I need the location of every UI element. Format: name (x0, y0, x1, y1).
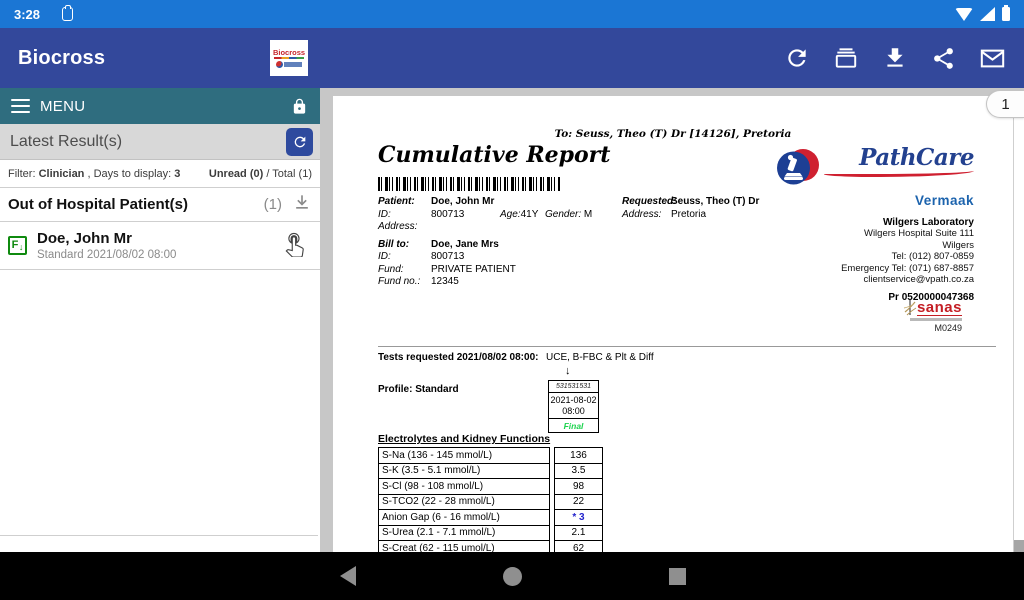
viewer-gutter-left (320, 88, 333, 600)
report-title: Cumulative Report (378, 142, 610, 168)
total-count: / Total (1) (266, 168, 312, 180)
sanas-wordmark: sanas (917, 300, 962, 316)
sanas-block: sanas M0249 (903, 299, 962, 333)
section-title: Out of Hospital Patient(s) (8, 196, 188, 213)
arrow-down-glyph: ↓ (565, 365, 571, 377)
result-test-value: 22 (555, 495, 602, 511)
report-to-line: To: Seuss, Theo (T) Dr [14126], Pretoria (333, 128, 1013, 140)
app-title: Biocross (18, 47, 105, 70)
specimen-number: 531531531 (549, 381, 598, 393)
notification-icon (62, 7, 73, 21)
panel-title: Latest Result(s) (10, 133, 122, 151)
filter-value: Clinician (39, 168, 85, 180)
status-bar: 3:28 (0, 0, 1024, 28)
results-section-heading: Electrolytes and Kidney Functions (378, 433, 550, 445)
filter-label: Filter: (8, 168, 36, 180)
pdf-page: To: Seuss, Theo (T) Dr [14126], Pretoria… (333, 96, 1014, 600)
result-test-value: 3.5 (555, 464, 602, 480)
filter-days-value: 3 (174, 168, 180, 180)
sanas-smallprint (910, 318, 962, 321)
sidebar: MENU Latest Result(s) Filter: Clinician … (0, 88, 320, 600)
home-button[interactable] (503, 567, 522, 586)
tests-requested-row: Tests requested 2021/08/02 08:00: UCE, B… (378, 352, 538, 363)
result-status: Final (549, 419, 598, 432)
pdf-viewer[interactable]: To: Seuss, Theo (T) Dr [14126], Pretoria… (320, 88, 1024, 600)
patient-list-item[interactable]: F↓ Doe, John Mr Standard 2021/08/02 08:0… (0, 222, 320, 270)
sanas-code: M0249 (903, 323, 962, 333)
android-nav-bar (0, 552, 1024, 600)
app-bar: Biocross Biocross (0, 28, 1024, 88)
patient-info-block: Patient: Doe, John Mr ID: 800713 Age:41Y… (378, 196, 592, 289)
menu-bar[interactable]: MENU (0, 88, 320, 124)
result-file-icon: F↓ (8, 236, 27, 255)
app-logo-subtext (284, 62, 302, 67)
pathcare-swoosh (824, 168, 974, 177)
share-button[interactable] (931, 46, 956, 71)
screen: 3:28 Biocross Biocross (0, 0, 1024, 600)
result-test-value: 136 (555, 448, 602, 464)
result-test-value: 2.1 (555, 526, 602, 542)
patient-name: Doe, John Mr (37, 230, 176, 248)
pathcare-wordmark: PathCare (859, 146, 974, 170)
result-test-name: S-K (3.5 - 5.1 mmol/L) (379, 464, 549, 480)
app-logo: Biocross (270, 40, 308, 76)
results-table: S-Na (136 - 145 mmol/L)S-K (3.5 - 5.1 mm… (378, 447, 603, 557)
section-count: (1) (264, 196, 282, 213)
result-test-name: S-TCO2 (22 - 28 mmol/L) (379, 495, 549, 511)
lab-brand-sub: Vermaak (714, 193, 974, 208)
profile-label: Profile: Standard (378, 384, 459, 395)
app-logo-colorbar (274, 57, 304, 59)
hamburger-icon[interactable] (11, 99, 30, 113)
sanas-emblem-icon (903, 299, 917, 316)
tap-hand-icon (281, 230, 308, 262)
battery-icon (1002, 7, 1010, 21)
patient-subtitle: Standard 2021/08/02 08:00 (37, 248, 176, 262)
pages-button[interactable] (833, 45, 859, 71)
viewer-gutter-top (320, 88, 1024, 96)
page-number-indicator: 1 (986, 90, 1024, 118)
unread-count: Unread (0) (209, 168, 263, 180)
back-button[interactable] (340, 566, 356, 586)
filter-days-label: , Days to display: (87, 168, 171, 180)
result-test-name: Anion Gap (6 - 16 mmol/L) (379, 510, 549, 526)
result-test-name: S-Cl (98 - 108 mmol/L) (379, 479, 549, 495)
cellular-signal-icon (980, 7, 995, 21)
filter-row: Filter: Clinician , Days to display: 3 U… (0, 160, 320, 188)
recents-button[interactable] (669, 568, 686, 585)
results-refresh-button[interactable] (286, 128, 313, 156)
refresh-button[interactable] (784, 45, 810, 71)
email-button[interactable] (979, 45, 1006, 72)
download-button[interactable] (882, 45, 908, 71)
report-divider (378, 346, 996, 347)
result-column-header: 531531531 2021-08-02 08:00 Final (548, 380, 599, 433)
section-download-icon[interactable] (292, 192, 312, 217)
lab-block: PathCare Vermaak Wilgers Laboratory Wilg… (714, 146, 974, 303)
sidebar-divider (0, 535, 318, 536)
app-logo-text: Biocross (273, 49, 305, 57)
menu-label: MENU (40, 98, 85, 115)
result-test-value: * 3 (555, 510, 602, 526)
results-panel-header: Latest Result(s) (0, 124, 320, 160)
result-test-name: S-Urea (2.1 - 7.1 mmol/L) (379, 526, 549, 542)
lab-name: Wilgers Laboratory (714, 217, 974, 228)
section-out-of-hospital[interactable]: Out of Hospital Patient(s) (1) (0, 188, 320, 222)
app-logo-globe-icon (276, 61, 283, 68)
barcode (378, 177, 561, 191)
wifi-icon (955, 8, 973, 21)
result-test-name: S-Na (136 - 145 mmol/L) (379, 448, 549, 464)
lock-icon[interactable] (291, 98, 308, 115)
clock: 3:28 (14, 7, 40, 22)
result-test-value: 98 (555, 479, 602, 495)
pathcare-logo-icon (776, 146, 820, 190)
